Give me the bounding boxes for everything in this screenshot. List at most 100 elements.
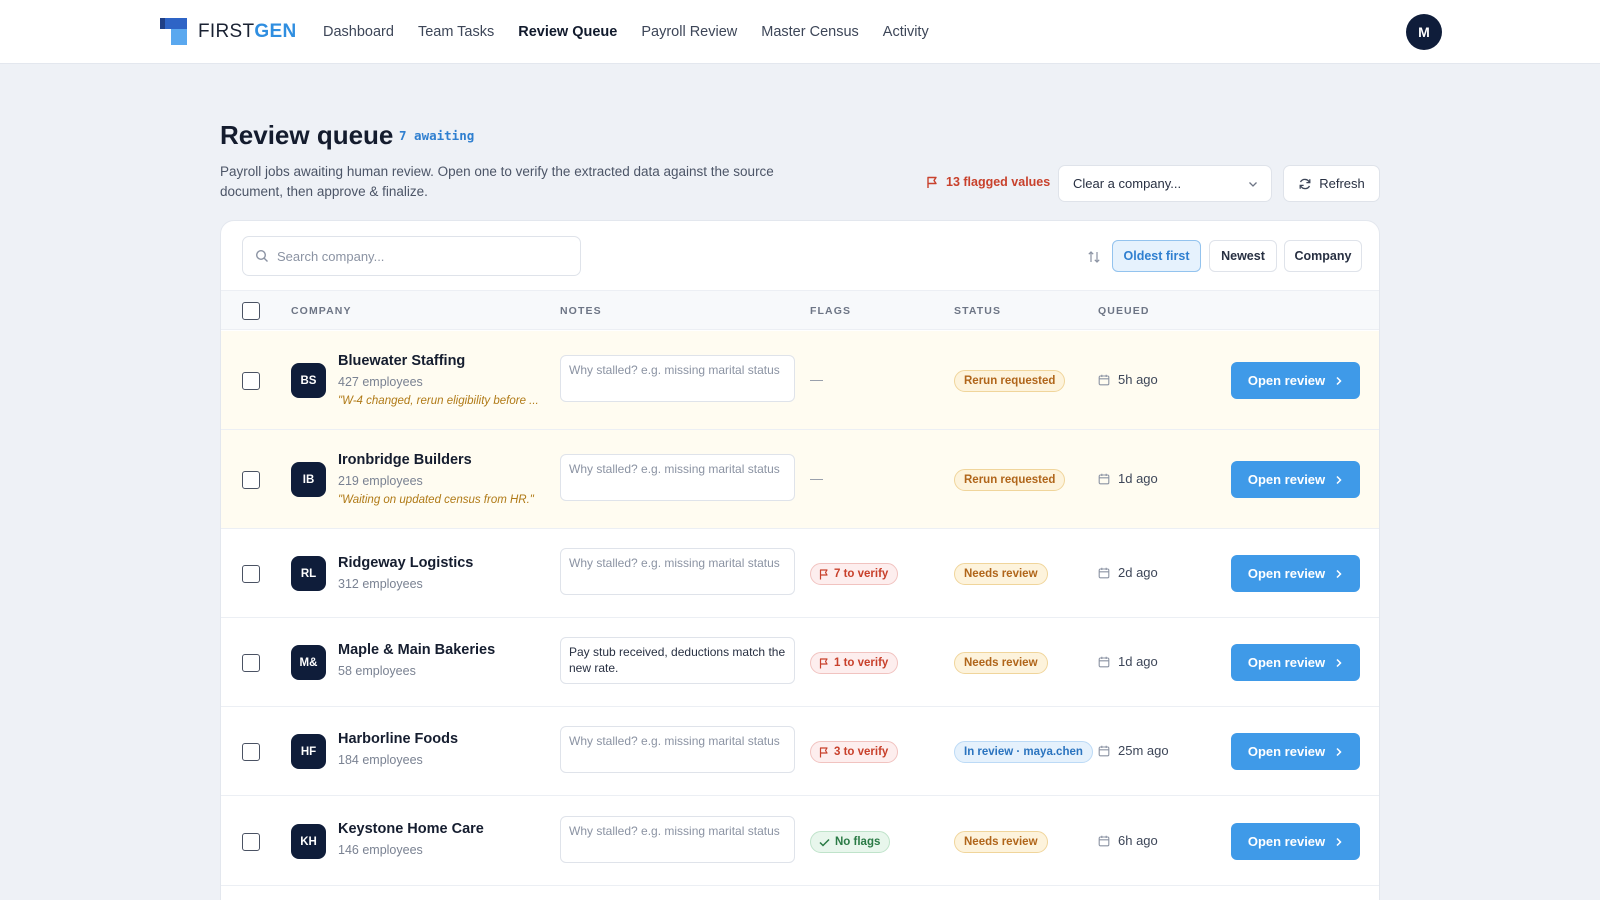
row-checkbox[interactable] <box>242 743 260 761</box>
queued-time: 5h ago <box>1098 372 1158 387</box>
calendar-icon <box>1098 374 1110 385</box>
notes-field[interactable] <box>560 548 795 595</box>
calendar-icon <box>1098 567 1110 578</box>
flagged-values-label: 13 flagged values <box>946 175 1051 189</box>
table-row: BS Bluewater Staffing 427 employees "W-4… <box>221 331 1379 430</box>
open-review-button[interactable]: Open review <box>1231 644 1360 681</box>
refresh-button[interactable]: Refresh <box>1283 165 1380 202</box>
nav-team-tasks[interactable]: Team Tasks <box>418 22 494 42</box>
company-name: Ironbridge Builders <box>338 452 472 468</box>
flags-label: 3 to verify <box>834 746 889 758</box>
flag-icon <box>819 657 828 668</box>
open-review-button[interactable]: Open review <box>1231 362 1360 399</box>
column-status: STATUS <box>954 305 1002 317</box>
calendar-icon <box>1098 473 1110 484</box>
select-all-checkbox[interactable] <box>242 302 260 320</box>
open-review-button[interactable]: Open review <box>1231 461 1360 498</box>
queued-time: 1d ago <box>1098 471 1158 486</box>
company-badge: KH <box>291 824 326 859</box>
flag-icon <box>927 176 937 188</box>
flag-icon <box>819 746 828 757</box>
flags-to-verify-pill: 3 to verify <box>810 741 899 763</box>
notes-field[interactable] <box>560 816 795 863</box>
employee-count: 146 employees <box>338 843 423 857</box>
no-flags-pill: No flags <box>810 831 891 853</box>
company-badge: M& <box>291 645 326 680</box>
calendar-icon <box>1098 745 1110 756</box>
search-icon <box>255 249 268 262</box>
top-navigation-bar: FIRSTGEN Dashboard Team Tasks Review Que… <box>0 0 1600 64</box>
sort-oldest-first-button[interactable]: Oldest first <box>1112 240 1201 272</box>
calendar-icon <box>1098 835 1110 846</box>
column-notes: NOTES <box>560 305 602 317</box>
user-avatar[interactable]: M <box>1406 14 1442 50</box>
sort-newest-button[interactable]: Newest <box>1209 240 1277 272</box>
clear-company-select[interactable]: Clear a company... <box>1058 165 1272 202</box>
nav-review-queue[interactable]: Review Queue <box>518 22 617 42</box>
queued-label: 25m ago <box>1118 743 1169 758</box>
sort-company-button[interactable]: Company <box>1284 240 1362 272</box>
nav-dashboard[interactable]: Dashboard <box>323 22 394 42</box>
table-row: RL Ridgeway Logistics 312 employees 7 to… <box>221 529 1379 618</box>
chevron-right-icon <box>1336 658 1342 667</box>
open-review-button[interactable]: Open review <box>1231 555 1360 592</box>
open-review-label: Open review <box>1247 834 1326 849</box>
refresh-label: Refresh <box>1319 176 1365 191</box>
nav-payroll-review[interactable]: Payroll Review <box>641 22 737 42</box>
notes-field[interactable]: Pay stub received, deductions match the … <box>560 637 795 684</box>
status-badge: In review · maya.chen <box>954 741 1093 763</box>
open-review-button[interactable]: Open review <box>1231 823 1360 860</box>
chevron-right-icon <box>1336 569 1342 578</box>
company-badge: BS <box>291 363 326 398</box>
rerun-note: "W-4 changed, rerun eligibility before .… <box>338 395 539 407</box>
flags-to-verify-pill: 1 to verify <box>810 652 899 674</box>
flags-label: 7 to verify <box>834 568 889 580</box>
queued-time: 1d ago <box>1098 654 1158 669</box>
row-checkbox[interactable] <box>242 565 260 583</box>
employee-count: 184 employees <box>338 753 423 767</box>
queued-time: 2d ago <box>1098 565 1158 580</box>
notes-field[interactable] <box>560 355 795 402</box>
no-flags-dash: — <box>810 372 823 387</box>
chevron-right-icon <box>1336 475 1342 484</box>
column-company: COMPANY <box>291 305 352 317</box>
open-review-label: Open review <box>1247 472 1326 487</box>
company-name: Bluewater Staffing <box>338 353 466 369</box>
table-row: M& Maple & Main Bakeries 58 employees Pa… <box>221 618 1379 707</box>
queued-label: 1d ago <box>1118 471 1158 486</box>
flags-to-verify-pill: 7 to verify <box>810 563 899 585</box>
sort-icon <box>1088 251 1100 263</box>
status-badge: Needs review <box>954 831 1048 853</box>
search-input[interactable] <box>277 248 567 264</box>
main-nav: Dashboard Team Tasks Review Queue Payrol… <box>323 22 953 42</box>
awaiting-count: 7 awaiting <box>399 128 475 143</box>
employee-count: 427 employees <box>338 375 423 389</box>
nav-activity[interactable]: Activity <box>883 22 929 42</box>
notes-field[interactable] <box>560 726 795 773</box>
search-box[interactable] <box>242 236 581 276</box>
table-row: HF Harborline Foods 184 employees 3 to v… <box>221 707 1379 796</box>
table-row: KH Keystone Home Care 146 employees No f… <box>221 796 1379 886</box>
open-review-label: Open review <box>1247 655 1326 670</box>
employee-count: 312 employees <box>338 577 423 591</box>
row-checkbox[interactable] <box>242 471 260 489</box>
row-checkbox[interactable] <box>242 372 260 390</box>
column-flags: FLAGS <box>810 305 852 317</box>
open-review-label: Open review <box>1247 373 1326 388</box>
flagged-values-link[interactable]: 13 flagged values <box>926 175 1050 189</box>
open-review-label: Open review <box>1247 744 1326 759</box>
nav-master-census[interactable]: Master Census <box>761 22 859 42</box>
status-badge: Rerun requested <box>954 370 1066 392</box>
queued-time: 25m ago <box>1098 743 1169 758</box>
status-badge: Needs review <box>954 652 1048 674</box>
company-name: Ridgeway Logistics <box>338 555 474 571</box>
company-badge: RL <box>291 556 326 591</box>
notes-field[interactable] <box>560 454 795 501</box>
queued-time: 6h ago <box>1098 833 1158 848</box>
firstgen-logo[interactable]: FIRSTGEN <box>160 17 296 47</box>
row-checkbox[interactable] <box>242 654 260 672</box>
flags-label: No flags <box>835 836 881 848</box>
open-review-button[interactable]: Open review <box>1231 733 1360 770</box>
row-checkbox[interactable] <box>242 833 260 851</box>
chevron-down-icon <box>1249 182 1257 187</box>
